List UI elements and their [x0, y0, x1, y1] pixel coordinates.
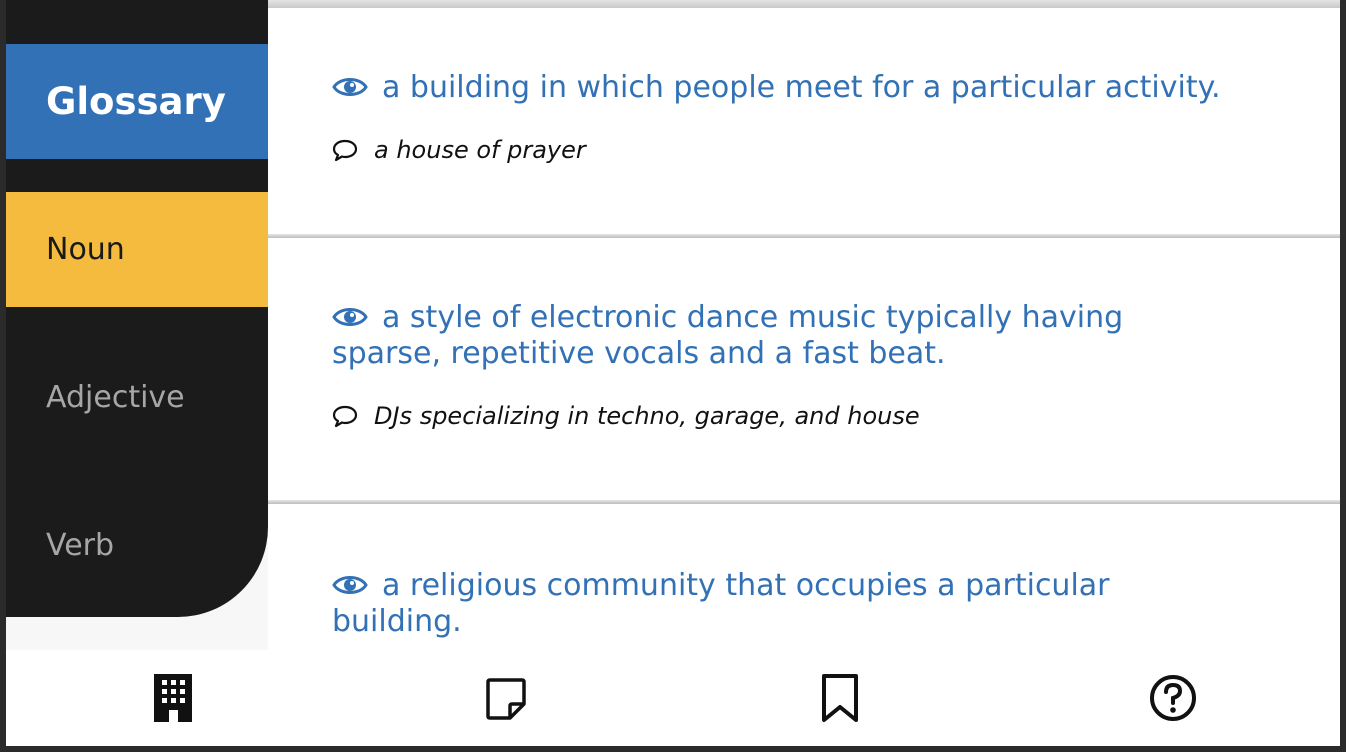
- sidebar-item-noun[interactable]: Noun: [6, 192, 268, 307]
- sidebar: Glossary Noun Adjective Verb: [6, 0, 268, 617]
- definition-text: a style of electronic dance music typica…: [332, 300, 1124, 371]
- definitions-list: a building in which people meet for a pa…: [268, 0, 1340, 650]
- nav-help-button[interactable]: [1007, 650, 1341, 746]
- definition-card: a building in which people meet for a pa…: [268, 8, 1340, 234]
- eye-icon[interactable]: [332, 74, 368, 100]
- definition-card: a religious community that occupies a pa…: [268, 504, 1340, 650]
- definition-text-row[interactable]: a style of electronic dance music typica…: [332, 300, 1192, 372]
- sidebar-item-label: Noun: [46, 232, 125, 267]
- nav-building-button[interactable]: [6, 650, 340, 746]
- sidebar-item-label: Adjective: [46, 380, 185, 415]
- definition-text: a building in which people meet for a pa…: [382, 70, 1221, 105]
- sidebar-item-adjective[interactable]: Adjective: [6, 340, 268, 455]
- sidebar-item-glossary[interactable]: Glossary: [6, 44, 268, 159]
- definition-text: a religious community that occupies a pa…: [332, 568, 1110, 639]
- eye-icon[interactable]: [332, 304, 368, 330]
- speech-bubble-icon: [332, 139, 358, 162]
- sidebar-item-verb[interactable]: Verb: [6, 488, 268, 603]
- sticky-note-icon: [486, 678, 526, 720]
- app-frame: Glossary Noun Adjective Verb a building …: [6, 0, 1340, 746]
- building-icon: [153, 674, 192, 722]
- nav-bookmark-button[interactable]: [673, 650, 1007, 746]
- definition-text-row[interactable]: a building in which people meet for a pa…: [332, 70, 1300, 106]
- nav-notes-button[interactable]: [340, 650, 674, 746]
- eye-icon[interactable]: [332, 572, 368, 598]
- bookmark-icon: [821, 674, 858, 722]
- help-circle-icon: [1150, 675, 1197, 721]
- definition-card: a style of electronic dance music typica…: [268, 238, 1340, 500]
- bottom-nav: [6, 650, 1340, 746]
- sidebar-item-label: Verb: [46, 528, 115, 563]
- divider: [268, 0, 1340, 8]
- speech-bubble-icon: [332, 405, 358, 428]
- definition-text-row[interactable]: a religious community that occupies a pa…: [332, 568, 1192, 640]
- example-row: a house of prayer: [332, 136, 1300, 164]
- sidebar-item-label: Glossary: [46, 80, 226, 123]
- example-row: DJs specializing in techno, garage, and …: [332, 402, 1300, 430]
- example-text: a house of prayer: [374, 136, 586, 164]
- example-text: DJs specializing in techno, garage, and …: [374, 402, 920, 430]
